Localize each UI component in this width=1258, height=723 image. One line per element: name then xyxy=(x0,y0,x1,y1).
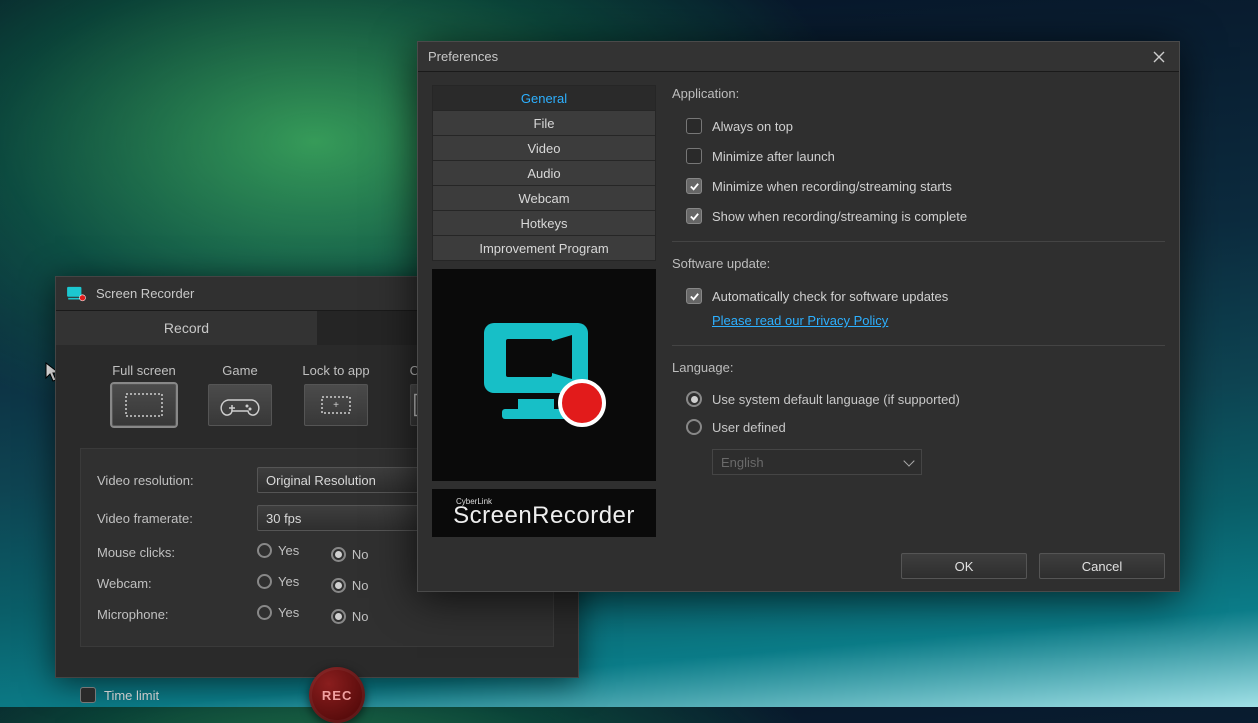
language-select: English xyxy=(712,449,922,475)
radio-icon xyxy=(331,578,346,593)
webcam-no[interactable]: No xyxy=(331,578,369,593)
checkbox-icon xyxy=(686,178,702,194)
time-limit-checkbox[interactable]: Time limit xyxy=(80,687,159,703)
recorder-bottom-row: Time limit REC xyxy=(56,647,578,723)
radio-icon xyxy=(257,605,272,620)
mode-fullscreen-label: Full screen xyxy=(106,363,182,378)
record-button-label: REC xyxy=(322,688,352,703)
preferences-main-panel: Application: Always on top Minimize afte… xyxy=(672,86,1165,537)
radio-icon xyxy=(257,574,272,589)
preferences-dialog: Preferences General File Video Audio Web… xyxy=(417,41,1180,592)
divider xyxy=(672,241,1165,242)
video-framerate-label: Video framerate: xyxy=(97,499,257,537)
opt-minimize-after-launch[interactable]: Minimize after launch xyxy=(672,141,1165,171)
microphone-no[interactable]: No xyxy=(331,609,369,624)
video-resolution-value: Original Resolution xyxy=(266,473,376,488)
svg-text:+: + xyxy=(333,400,339,411)
ok-button[interactable]: OK xyxy=(901,553,1027,579)
app-logo-icon xyxy=(66,285,88,303)
pref-tab-file[interactable]: File xyxy=(432,110,656,136)
opt-always-on-top[interactable]: Always on top xyxy=(672,111,1165,141)
cancel-button[interactable]: Cancel xyxy=(1039,553,1165,579)
language-value: English xyxy=(721,455,764,470)
close-icon xyxy=(1153,51,1165,63)
opt-show-when-complete[interactable]: Show when recording/streaming is complet… xyxy=(672,201,1165,231)
checkbox-icon xyxy=(686,288,702,304)
preferences-titlebar[interactable]: Preferences xyxy=(418,42,1179,72)
tab-record-label: Record xyxy=(164,320,209,336)
mouse-clicks-no[interactable]: No xyxy=(331,547,369,562)
pref-tab-general[interactable]: General xyxy=(432,85,656,111)
radio-icon xyxy=(257,543,272,558)
privacy-policy-link[interactable]: Please read our Privacy Policy xyxy=(712,313,888,328)
brand-logo xyxy=(432,269,656,481)
mouse-clicks-label: Mouse clicks: xyxy=(97,537,257,568)
mode-lock-button[interactable]: + xyxy=(304,384,368,426)
radio-icon xyxy=(686,391,702,407)
brand-text: CyberLink ScreenRecorder xyxy=(432,489,656,537)
mode-lock-to-app: Lock to app + xyxy=(298,363,374,426)
checkbox-icon xyxy=(686,148,702,164)
video-resolution-label: Video resolution: xyxy=(97,461,257,499)
language-section-title: Language: xyxy=(672,360,1165,375)
preferences-sidebar: General File Video Audio Webcam Hotkeys … xyxy=(432,86,656,537)
lang-system-default[interactable]: Use system default language (if supporte… xyxy=(672,385,1165,413)
mode-game-button[interactable] xyxy=(208,384,272,426)
microphone-label: Microphone: xyxy=(97,599,257,630)
close-button[interactable] xyxy=(1149,47,1169,67)
divider xyxy=(672,345,1165,346)
preferences-tablist: General File Video Audio Webcam Hotkeys … xyxy=(432,85,656,261)
mode-fullscreen-button[interactable] xyxy=(112,384,176,426)
gamepad-icon xyxy=(218,390,262,420)
mode-game-label: Game xyxy=(202,363,278,378)
chevron-down-icon xyxy=(903,455,914,466)
checkbox-icon xyxy=(686,118,702,134)
webcam-yes[interactable]: Yes xyxy=(257,574,299,589)
pref-tab-hotkeys[interactable]: Hotkeys xyxy=(432,210,656,236)
privacy-policy-row: Please read our Privacy Policy xyxy=(672,311,1165,335)
mode-game: Game xyxy=(202,363,278,426)
radio-icon xyxy=(686,419,702,435)
pref-tab-webcam[interactable]: Webcam xyxy=(432,185,656,211)
mode-fullscreen: Full screen xyxy=(106,363,182,426)
record-button[interactable]: REC xyxy=(309,667,365,723)
opt-minimize-when-recording[interactable]: Minimize when recording/streaming starts xyxy=(672,171,1165,201)
mouse-clicks-yes[interactable]: Yes xyxy=(257,543,299,558)
preferences-title: Preferences xyxy=(428,49,498,64)
brand-big-label: ScreenRecorder xyxy=(453,502,635,530)
radio-icon xyxy=(331,609,346,624)
lang-user-defined[interactable]: User defined xyxy=(672,413,1165,441)
microphone-yes[interactable]: Yes xyxy=(257,605,299,620)
application-section-title: Application: xyxy=(672,86,1165,101)
webcam-label: Webcam: xyxy=(97,568,257,599)
tab-record[interactable]: Record xyxy=(56,311,317,345)
pref-tab-improvement[interactable]: Improvement Program xyxy=(432,235,656,261)
checkbox-icon xyxy=(686,208,702,224)
video-framerate-value: 30 fps xyxy=(266,511,301,526)
time-limit-label: Time limit xyxy=(104,688,159,703)
screen-recorder-logo-icon xyxy=(464,305,624,445)
update-section-title: Software update: xyxy=(672,256,1165,271)
opt-auto-update[interactable]: Automatically check for software updates xyxy=(672,281,1165,311)
checkbox-icon xyxy=(80,687,96,703)
pref-tab-audio[interactable]: Audio xyxy=(432,160,656,186)
preferences-footer: OK Cancel xyxy=(901,553,1165,579)
radio-icon xyxy=(331,547,346,562)
pref-tab-video[interactable]: Video xyxy=(432,135,656,161)
recorder-title: Screen Recorder xyxy=(96,286,194,301)
mode-lock-label: Lock to app xyxy=(298,363,374,378)
